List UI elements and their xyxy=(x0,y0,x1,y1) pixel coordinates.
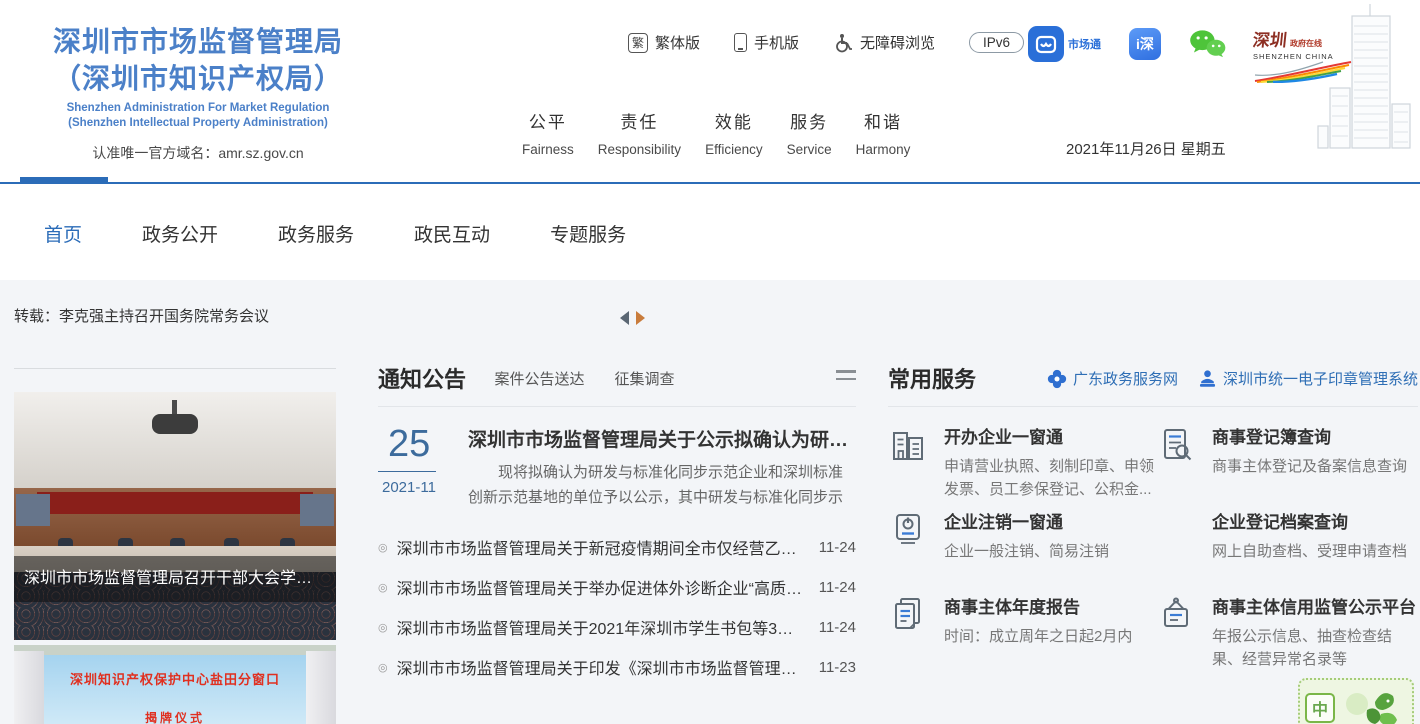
featured-notice-summary: 现将拟确认为研发与标准化同步示范企业和深圳标准创新示范基地的单位予以公示，其中研… xyxy=(468,461,856,511)
ticker-next-icon[interactable] xyxy=(636,311,645,325)
featured-notice-title: 深圳市市场监督管理局关于公示拟确认为研发与标... xyxy=(468,425,856,452)
bullet-icon: ◎ xyxy=(378,541,388,554)
photo-carousel: 深圳市市场监督管理局召开干部大会学习贯彻党的十... 深圳知识产权保护中心盐田分… xyxy=(14,368,336,724)
document-search-icon xyxy=(1156,423,1198,470)
site-logo[interactable]: 深圳市市场监督管理局 （深圳市知识产权局） Shenzhen Administr… xyxy=(26,24,370,163)
value-efficiency: 效能 Efficiency xyxy=(705,108,763,157)
ipv6-badge[interactable]: IPv6 xyxy=(969,32,1024,53)
service-registry-query[interactable]: 商事登记簿查询 商事主体登记及备案信息查询 xyxy=(1156,423,1418,508)
signboard-icon xyxy=(1156,593,1198,640)
site-title-cn-line1: 深圳市市场监督管理局 xyxy=(26,24,370,61)
official-domain-note: 认准唯一官方域名：amr.sz.gov.cn xyxy=(26,143,370,163)
services-grid: 开办企业一窗通 申请营业执照、刻制印章、申领发票、员工参保登记、公积金... xyxy=(888,423,1418,678)
eseal-system-link[interactable]: 深圳市统一电子印章管理系统 xyxy=(1198,368,1418,389)
ticker-prev-icon[interactable] xyxy=(620,311,629,325)
header-utilities: 繁 繁体版 手机版 无障碍浏览 IPv6 xyxy=(628,32,1024,53)
blank-icon-space xyxy=(1156,508,1198,510)
notices-title: 通知公告 xyxy=(378,362,466,394)
nav-item-home[interactable]: 首页 xyxy=(44,220,82,247)
main-nav: 首页 政务公开 政务服务 政民互动 专题服务 xyxy=(0,184,1420,280)
gd-gov-service-link[interactable]: 广东政务服务网 xyxy=(1047,368,1178,389)
value-fairness: 公平 Fairness xyxy=(522,108,574,157)
nav-item-gov-info[interactable]: 政务公开 xyxy=(142,220,218,247)
current-date: 2021年11月26日 星期五 xyxy=(1066,138,1226,159)
traditional-label: 繁体版 xyxy=(655,32,700,53)
featured-notice[interactable]: 25 2021-11 深圳市市场监督管理局关于公示拟确认为研发与标... 现将拟… xyxy=(378,425,856,511)
service-credit-platform[interactable]: 商事主体信用监管公示平台 年报公示信息、抽查检查结果、经营异常名录等 xyxy=(1156,593,1418,678)
nav-item-special-services[interactable]: 专题服务 xyxy=(550,220,626,247)
carousel-slide-ceremony[interactable]: 深圳知识产权保护中心盐田分窗口 揭牌仪式 xyxy=(14,645,336,724)
notice-row[interactable]: ◎ 深圳市市场监督管理局关于举办促进体外诊断企业“高质量... 11-24 xyxy=(378,567,856,607)
notice-list: ◎ 深圳市市场监督管理局关于新冠疫情期间全市仅经营乙类非... 11-24 ◎ … xyxy=(378,527,856,687)
mobile-label: 手机版 xyxy=(754,32,799,53)
header-app-links: 市场通 i深 深圳 政府在线 xyxy=(1028,26,1357,88)
site-title-en-line1: Shenzhen Administration For Market Regul… xyxy=(26,101,370,116)
nav-item-gov-services[interactable]: 政务服务 xyxy=(278,220,354,247)
notices-panel: 通知公告 案件公告送达 征集调查 25 2021-11 深圳市市场监督管理局关于… xyxy=(378,362,856,687)
site-title-cn-line2: （深圳市知识产权局） xyxy=(26,61,370,98)
wheelchair-icon xyxy=(833,33,853,53)
carousel-divider xyxy=(14,368,336,369)
ishenzhen-app-icon[interactable]: i深 xyxy=(1129,28,1161,60)
market-app-icon xyxy=(1028,26,1064,62)
notice-row[interactable]: ◎ 深圳市市场监督管理局关于新冠疫情期间全市仅经营乙类非... 11-24 xyxy=(378,527,856,567)
service-annual-report[interactable]: 商事主体年度报告 时间：成立周年之日起2月内 xyxy=(888,593,1156,678)
gdzwfw-flower-icon xyxy=(1047,369,1067,389)
phone-icon xyxy=(734,33,747,52)
service-deregistration[interactable]: 企业注销一窗通 企业一般注销、简易注销 xyxy=(888,508,1156,593)
accessibility-label: 无障碍浏览 xyxy=(860,32,935,53)
notice-row[interactable]: ◎ 深圳市市场监督管理局关于2021年深圳市学生书包等3类产... 11-24 xyxy=(378,607,856,647)
featured-notice-date: 25 2021-11 xyxy=(378,425,452,511)
notices-more-button[interactable] xyxy=(836,370,856,384)
traditional-version-link[interactable]: 繁 繁体版 xyxy=(628,32,700,53)
market-app-link[interactable]: 市场通 xyxy=(1028,26,1101,62)
services-divider xyxy=(888,406,1418,407)
bullet-icon: ◎ xyxy=(378,621,388,634)
clover-leaves-icon xyxy=(1341,684,1403,724)
mobile-version-link[interactable]: 手机版 xyxy=(734,32,799,53)
building-sketch-icon xyxy=(1314,4,1418,160)
report-pages-icon xyxy=(888,593,930,640)
site-header: 深圳市市场监督管理局 （深圳市知识产权局） Shenzhen Administr… xyxy=(0,0,1420,184)
sz-logo-calligraphy: 深圳 xyxy=(1252,26,1289,51)
ticker-link[interactable]: 转载：李克强主持召开国务院常务会议 xyxy=(14,305,269,326)
eseal-icon xyxy=(1198,369,1217,388)
market-app-label: 市场通 xyxy=(1068,36,1101,52)
bullet-icon: ◎ xyxy=(378,661,388,674)
building-icon xyxy=(888,423,930,470)
civilization-widget[interactable]: 中 xyxy=(1298,678,1414,724)
traditional-icon: 繁 xyxy=(628,33,648,53)
carousel-slide-conference[interactable]: 深圳市市场监督管理局召开干部大会学习贯彻党的十... xyxy=(14,392,336,640)
bullet-icon: ◎ xyxy=(378,581,388,594)
service-archive-query[interactable]: 企业登记档案查询 网上自助查档、受理申请查档 xyxy=(1156,508,1418,593)
service-open-enterprise[interactable]: 开办企业一窗通 申请营业执照、刻制印章、申领发票、员工参保登记、公积金... xyxy=(888,423,1156,508)
active-tab-indicator xyxy=(20,177,108,184)
value-service: 服务 Service xyxy=(787,108,832,157)
notices-divider xyxy=(378,406,856,407)
value-harmony: 和谐 Harmony xyxy=(856,108,911,157)
main-content: 转载：李克强主持召开国务院常务会议 xyxy=(0,280,1420,724)
carousel-caption: 深圳市市场监督管理局召开干部大会学习贯彻党的十... xyxy=(14,556,336,602)
tab-case-announcements[interactable]: 案件公告送达 xyxy=(494,368,584,389)
wechat-icon[interactable] xyxy=(1189,29,1227,64)
ceremony-banner-title: 深圳知识产权保护中心盐田分窗口 xyxy=(44,669,306,688)
site-title-en-line2: (Shenzhen Intellectual Property Administ… xyxy=(26,116,370,131)
ceremony-banner-subtitle: 揭牌仪式 xyxy=(44,709,306,724)
core-values: 公平 Fairness 责任 Responsibility 效能 Efficie… xyxy=(522,108,910,157)
power-device-icon xyxy=(888,508,930,555)
nav-item-interaction[interactable]: 政民互动 xyxy=(414,220,490,247)
accessibility-link[interactable]: 无障碍浏览 xyxy=(833,32,935,53)
news-ticker: 转载：李克强主持召开国务院常务会议 xyxy=(0,280,1420,348)
tab-surveys[interactable]: 征集调查 xyxy=(614,368,674,389)
page: 深圳市市场监督管理局 （深圳市知识产权局） Shenzhen Administr… xyxy=(0,0,1420,724)
notice-row[interactable]: ◎ 深圳市市场监督管理局关于印发《深圳市市场监督管理局商... 11-23 xyxy=(378,647,856,687)
value-responsibility: 责任 Responsibility xyxy=(598,108,681,157)
services-title: 常用服务 xyxy=(888,362,976,394)
services-panel: 常用服务 广东政务服务网 xyxy=(888,362,1418,678)
widget-zh-label: 中 xyxy=(1305,693,1335,723)
